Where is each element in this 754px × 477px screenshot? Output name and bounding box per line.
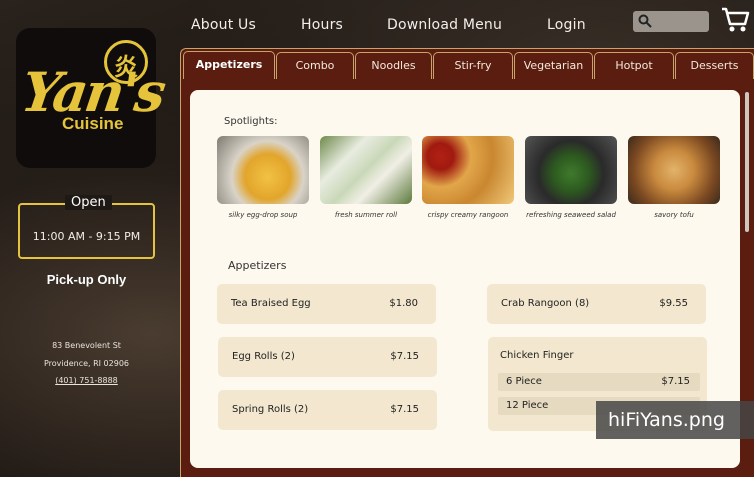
nav-download-menu[interactable]: Download Menu	[387, 17, 502, 33]
spotlight-image-seaweed[interactable]	[525, 136, 617, 204]
phone-link[interactable]: (401) 751-8888	[55, 376, 118, 385]
hours-box: Open 11:00 AM - 9:15 PM	[18, 195, 155, 259]
restaurant-logo[interactable]: 炎 Yan's Cuisine	[16, 28, 167, 168]
spotlights-title: Spotlights:	[224, 116, 278, 127]
item-price: $7.15	[390, 404, 419, 415]
hours-time: 11:00 AM - 9:15 PM	[32, 230, 141, 243]
option-name: 6 Piece	[506, 376, 542, 387]
item-name: Crab Rangoon (8)	[501, 298, 590, 309]
option-name: 12 Piece	[506, 400, 549, 411]
nav-hours[interactable]: Hours	[301, 17, 343, 33]
address-street: 83 Benevolent St	[52, 341, 121, 350]
scrollbar[interactable]	[745, 92, 749, 232]
spotlight-caption: silky egg-drop soup	[228, 211, 298, 219]
tab-appetizers[interactable]: Appetizers	[183, 51, 275, 79]
nav-login[interactable]: Login	[547, 17, 586, 33]
search-icon	[638, 14, 652, 28]
item-price: $7.15	[390, 351, 419, 362]
filename-overlay: hiFiYans.png	[596, 401, 754, 439]
hours-title: Open	[65, 195, 112, 210]
option-price: $7.15	[661, 376, 690, 387]
pickup-note: Pick-up Only	[46, 272, 127, 287]
search-input[interactable]	[633, 11, 709, 32]
spotlight-caption: fresh summer roll	[334, 211, 398, 219]
tab-noodles[interactable]: Noodles	[355, 52, 432, 79]
menu-item-egg-rolls[interactable]: Egg Rolls (2) $7.15	[218, 337, 437, 377]
nav-about-us[interactable]: About Us	[191, 17, 256, 33]
logo-subtitle: Cuisine	[62, 114, 124, 133]
tab-hotpot[interactable]: Hotpot	[594, 52, 674, 79]
address-city: Providence, RI 02906	[43, 359, 130, 368]
item-name: Egg Rolls (2)	[232, 351, 295, 362]
spotlight-image-tofu[interactable]	[628, 136, 720, 204]
item-price: $9.55	[659, 298, 688, 309]
cart-icon[interactable]	[720, 6, 750, 34]
section-title: Appetizers	[228, 259, 287, 272]
spotlight-caption: savory tofu	[654, 211, 694, 219]
spotlight-caption: crispy creamy rangoon	[427, 211, 509, 219]
menu-item-tea-braised-egg[interactable]: Tea Braised Egg $1.80	[217, 284, 436, 324]
spotlight-caption: refreshing seaweed salad	[526, 211, 616, 219]
spotlight-image-rangoon[interactable]	[422, 136, 514, 204]
tab-desserts[interactable]: Desserts	[675, 52, 754, 79]
tab-vegetarian[interactable]: Vegetarian	[514, 52, 593, 79]
spotlight-image-soup[interactable]	[217, 136, 309, 204]
tab-stir-fry[interactable]: Stir-fry	[433, 52, 513, 79]
option-row[interactable]: 6 Piece $7.15	[498, 373, 700, 391]
item-name: Chicken Finger	[500, 350, 574, 361]
item-name: Tea Braised Egg	[231, 298, 311, 309]
spotlight-image-summer-roll[interactable]	[320, 136, 412, 204]
item-name: Spring Rolls (2)	[232, 404, 309, 415]
item-price: $1.80	[389, 298, 418, 309]
tab-combo[interactable]: Combo	[276, 52, 354, 79]
menu-item-spring-rolls[interactable]: Spring Rolls (2) $7.15	[218, 390, 437, 430]
menu-item-crab-rangoon[interactable]: Crab Rangoon (8) $9.55	[487, 284, 706, 324]
